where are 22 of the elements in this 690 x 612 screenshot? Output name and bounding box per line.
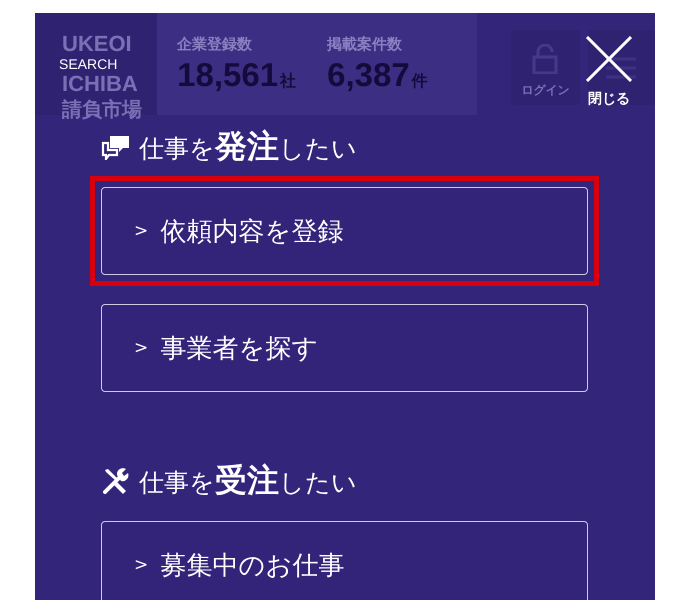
stat-value: 6,387 xyxy=(327,56,410,94)
speech-bubbles-icon xyxy=(101,134,131,160)
stat-label: 企業登録数 xyxy=(177,35,254,54)
menu-icon xyxy=(606,56,636,80)
tools-icon xyxy=(101,466,131,496)
logo-text: UKEOI xyxy=(62,33,132,55)
logo-text: 請負市場 xyxy=(62,99,142,121)
menu-button[interactable] xyxy=(588,30,655,105)
close-button[interactable]: 閉じる xyxy=(581,36,637,108)
menu-link[interactable]: > 依頼内容を登録 xyxy=(101,187,588,275)
padlock-icon xyxy=(532,44,558,74)
search-label: SEARCH xyxy=(59,57,118,71)
section-heading: 仕事を発注 したい xyxy=(139,126,357,167)
logo-text: ICHIBA xyxy=(62,73,138,95)
stat-value: 18,561 xyxy=(177,56,278,94)
stat-label: 掲載案件数 xyxy=(327,35,404,54)
stat-unit: 社 xyxy=(280,71,296,92)
section-heading: 仕事を受注 したい xyxy=(139,460,357,501)
close-icon xyxy=(586,36,632,82)
menu-link[interactable]: > 募集中のお仕事 xyxy=(101,521,588,600)
menu-link[interactable]: > 事業者を探す xyxy=(101,304,588,392)
stat-unit: 件 xyxy=(412,71,428,92)
